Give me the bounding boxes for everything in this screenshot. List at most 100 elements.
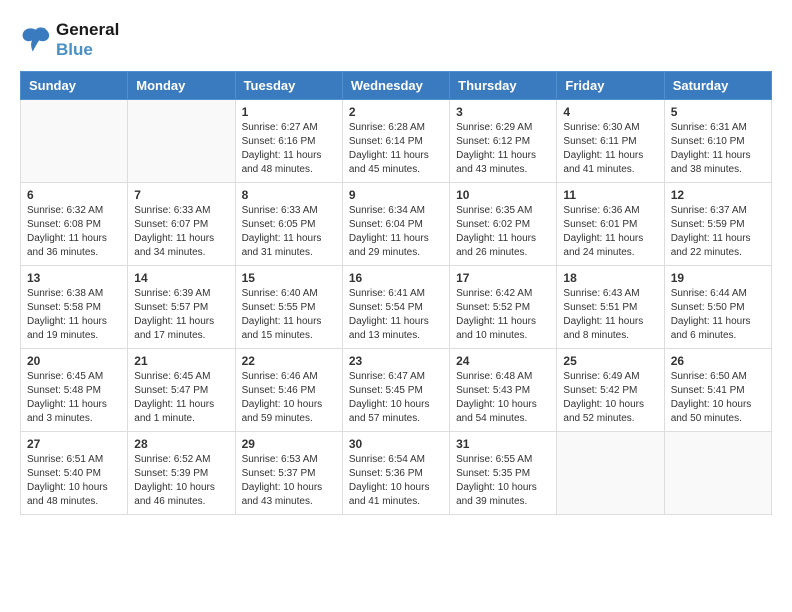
calendar-cell: 27 Sunrise: 6:51 AM Sunset: 5:40 PM Dayli… bbox=[21, 431, 128, 514]
calendar-cell: 3Sunrise: 6:29 AM Sunset: 6:12 PM Daylig… bbox=[450, 99, 557, 182]
calendar-cell: 17 Sunrise: 6:42 AM Sunset: 5:52 PM Dayli… bbox=[450, 265, 557, 348]
calendar-table: SundayMondayTuesdayWednesdayThursdayFrid… bbox=[20, 71, 772, 515]
column-header-friday: Friday bbox=[557, 71, 664, 99]
column-header-saturday: Saturday bbox=[664, 71, 771, 99]
calendar-week-row: 1 Sunrise: 6:27 AM Sunset: 6:16 PM Daylig… bbox=[21, 99, 772, 182]
calendar-cell: 19 Sunrise: 6:44 AM Sunset: 5:50 PM Dayli… bbox=[664, 265, 771, 348]
calendar-cell: 22Sunrise: 6:46 AM Sunset: 5:46 PM Dayli… bbox=[235, 348, 342, 431]
calendar-cell: 10Sunrise: 6:35 AM Sunset: 6:02 PM Dayli… bbox=[450, 182, 557, 265]
calendar-cell bbox=[557, 431, 664, 514]
day-info: Sunrise: 6:42 AM Sunset: 5:52 PM Dayligh… bbox=[456, 287, 550, 343]
day-info: Sunrise: 6:43 AM Sunset: 5:51 PM Dayligh… bbox=[563, 287, 657, 343]
calendar-cell: 25 Sunrise: 6:49 AM Sunset: 5:42 PM Dayli… bbox=[557, 348, 664, 431]
day-info: Sunrise: 6:37 AM Sunset: 5:59 PM Dayligh… bbox=[671, 204, 765, 260]
calendar-week-row: 13 Sunrise: 6:38 AM Sunset: 5:58 PM Dayli… bbox=[21, 265, 772, 348]
calendar-cell: 14Sunrise: 6:39 AM Sunset: 5:57 PM Dayli… bbox=[128, 265, 235, 348]
day-number: 2 bbox=[349, 105, 443, 119]
calendar-cell: 6 Sunrise: 6:32 AM Sunset: 6:08 PM Daylig… bbox=[21, 182, 128, 265]
calendar-cell: 29 Sunrise: 6:53 AM Sunset: 5:37 PM Dayli… bbox=[235, 431, 342, 514]
day-info: Sunrise: 6:49 AM Sunset: 5:42 PM Dayligh… bbox=[563, 370, 657, 426]
calendar-cell: 21 Sunrise: 6:45 AM Sunset: 5:47 PM Dayli… bbox=[128, 348, 235, 431]
calendar-week-row: 6 Sunrise: 6:32 AM Sunset: 6:08 PM Daylig… bbox=[21, 182, 772, 265]
calendar-cell: 2 Sunrise: 6:28 AM Sunset: 6:14 PM Daylig… bbox=[342, 99, 449, 182]
day-number: 25 bbox=[563, 354, 657, 368]
calendar-cell: 16Sunrise: 6:41 AM Sunset: 5:54 PM Dayli… bbox=[342, 265, 449, 348]
day-number: 8 bbox=[242, 188, 336, 202]
day-number: 31 bbox=[456, 437, 550, 451]
day-info: Sunrise: 6:47 AM Sunset: 5:45 PM Dayligh… bbox=[349, 370, 443, 426]
day-number: 1 bbox=[242, 105, 336, 119]
day-number: 3 bbox=[456, 105, 550, 119]
calendar-cell: 23 Sunrise: 6:47 AM Sunset: 5:45 PM Dayli… bbox=[342, 348, 449, 431]
day-number: 14 bbox=[134, 271, 228, 285]
day-number: 6 bbox=[27, 188, 121, 202]
day-info: Sunrise: 6:52 AM Sunset: 5:39 PM Dayligh… bbox=[134, 453, 228, 509]
day-info: Sunrise: 6:48 AM Sunset: 5:43 PM Dayligh… bbox=[456, 370, 550, 426]
day-info: Sunrise: 6:53 AM Sunset: 5:37 PM Dayligh… bbox=[242, 453, 336, 509]
day-info: Sunrise: 6:54 AM Sunset: 5:36 PM Dayligh… bbox=[349, 453, 443, 509]
day-info: Sunrise: 6:32 AM Sunset: 6:08 PM Dayligh… bbox=[27, 204, 121, 260]
column-header-wednesday: Wednesday bbox=[342, 71, 449, 99]
calendar-cell: 8 Sunrise: 6:33 AM Sunset: 6:05 PM Daylig… bbox=[235, 182, 342, 265]
day-info: Sunrise: 6:33 AM Sunset: 6:05 PM Dayligh… bbox=[242, 204, 336, 260]
calendar-cell: 28 Sunrise: 6:52 AM Sunset: 5:39 PM Dayli… bbox=[128, 431, 235, 514]
calendar-cell: 31Sunrise: 6:55 AM Sunset: 5:35 PM Dayli… bbox=[450, 431, 557, 514]
calendar-week-row: 20 Sunrise: 6:45 AM Sunset: 5:48 PM Dayli… bbox=[21, 348, 772, 431]
calendar-cell bbox=[21, 99, 128, 182]
logo: General Blue bbox=[20, 20, 119, 61]
page-header: General Blue bbox=[20, 20, 772, 61]
day-info: Sunrise: 6:41 AM Sunset: 5:54 PM Dayligh… bbox=[349, 287, 443, 343]
day-info: Sunrise: 6:34 AM Sunset: 6:04 PM Dayligh… bbox=[349, 204, 443, 260]
day-number: 18 bbox=[563, 271, 657, 285]
day-info: Sunrise: 6:51 AM Sunset: 5:40 PM Dayligh… bbox=[27, 453, 121, 509]
day-number: 30 bbox=[349, 437, 443, 451]
day-number: 20 bbox=[27, 354, 121, 368]
day-number: 23 bbox=[349, 354, 443, 368]
day-number: 27 bbox=[27, 437, 121, 451]
day-number: 24 bbox=[456, 354, 550, 368]
day-number: 12 bbox=[671, 188, 765, 202]
day-number: 15 bbox=[242, 271, 336, 285]
day-info: Sunrise: 6:35 AM Sunset: 6:02 PM Dayligh… bbox=[456, 204, 550, 260]
logo-bird-icon bbox=[20, 26, 52, 54]
column-header-thursday: Thursday bbox=[450, 71, 557, 99]
calendar-cell: 26 Sunrise: 6:50 AM Sunset: 5:41 PM Dayli… bbox=[664, 348, 771, 431]
day-number: 17 bbox=[456, 271, 550, 285]
day-info: Sunrise: 6:38 AM Sunset: 5:58 PM Dayligh… bbox=[27, 287, 121, 343]
calendar-cell: 24 Sunrise: 6:48 AM Sunset: 5:43 PM Dayli… bbox=[450, 348, 557, 431]
column-header-monday: Monday bbox=[128, 71, 235, 99]
day-number: 19 bbox=[671, 271, 765, 285]
day-number: 26 bbox=[671, 354, 765, 368]
day-number: 13 bbox=[27, 271, 121, 285]
calendar-cell: 9Sunrise: 6:34 AM Sunset: 6:04 PM Daylig… bbox=[342, 182, 449, 265]
calendar-header-row: SundayMondayTuesdayWednesdayThursdayFrid… bbox=[21, 71, 772, 99]
calendar-cell: 1 Sunrise: 6:27 AM Sunset: 6:16 PM Daylig… bbox=[235, 99, 342, 182]
day-info: Sunrise: 6:44 AM Sunset: 5:50 PM Dayligh… bbox=[671, 287, 765, 343]
day-number: 29 bbox=[242, 437, 336, 451]
logo-text: General Blue bbox=[56, 20, 119, 61]
calendar-cell: 4Sunrise: 6:30 AM Sunset: 6:11 PM Daylig… bbox=[557, 99, 664, 182]
day-info: Sunrise: 6:46 AM Sunset: 5:46 PM Dayligh… bbox=[242, 370, 336, 426]
day-number: 4 bbox=[563, 105, 657, 119]
calendar-cell: 7Sunrise: 6:33 AM Sunset: 6:07 PM Daylig… bbox=[128, 182, 235, 265]
day-number: 11 bbox=[563, 188, 657, 202]
calendar-cell: 12 Sunrise: 6:37 AM Sunset: 5:59 PM Dayli… bbox=[664, 182, 771, 265]
calendar-cell: 20 Sunrise: 6:45 AM Sunset: 5:48 PM Dayli… bbox=[21, 348, 128, 431]
day-number: 21 bbox=[134, 354, 228, 368]
calendar-cell: 11 Sunrise: 6:36 AM Sunset: 6:01 PM Dayli… bbox=[557, 182, 664, 265]
column-header-sunday: Sunday bbox=[21, 71, 128, 99]
calendar-cell bbox=[128, 99, 235, 182]
day-number: 28 bbox=[134, 437, 228, 451]
calendar-cell bbox=[664, 431, 771, 514]
calendar-cell: 15Sunrise: 6:40 AM Sunset: 5:55 PM Dayli… bbox=[235, 265, 342, 348]
day-info: Sunrise: 6:45 AM Sunset: 5:47 PM Dayligh… bbox=[134, 370, 228, 426]
calendar-cell: 30 Sunrise: 6:54 AM Sunset: 5:36 PM Dayli… bbox=[342, 431, 449, 514]
day-info: Sunrise: 6:45 AM Sunset: 5:48 PM Dayligh… bbox=[27, 370, 121, 426]
day-info: Sunrise: 6:36 AM Sunset: 6:01 PM Dayligh… bbox=[563, 204, 657, 260]
calendar-week-row: 27 Sunrise: 6:51 AM Sunset: 5:40 PM Dayli… bbox=[21, 431, 772, 514]
day-info: Sunrise: 6:28 AM Sunset: 6:14 PM Dayligh… bbox=[349, 121, 443, 177]
calendar-cell: 5Sunrise: 6:31 AM Sunset: 6:10 PM Daylig… bbox=[664, 99, 771, 182]
day-info: Sunrise: 6:50 AM Sunset: 5:41 PM Dayligh… bbox=[671, 370, 765, 426]
day-number: 7 bbox=[134, 188, 228, 202]
day-info: Sunrise: 6:27 AM Sunset: 6:16 PM Dayligh… bbox=[242, 121, 336, 177]
